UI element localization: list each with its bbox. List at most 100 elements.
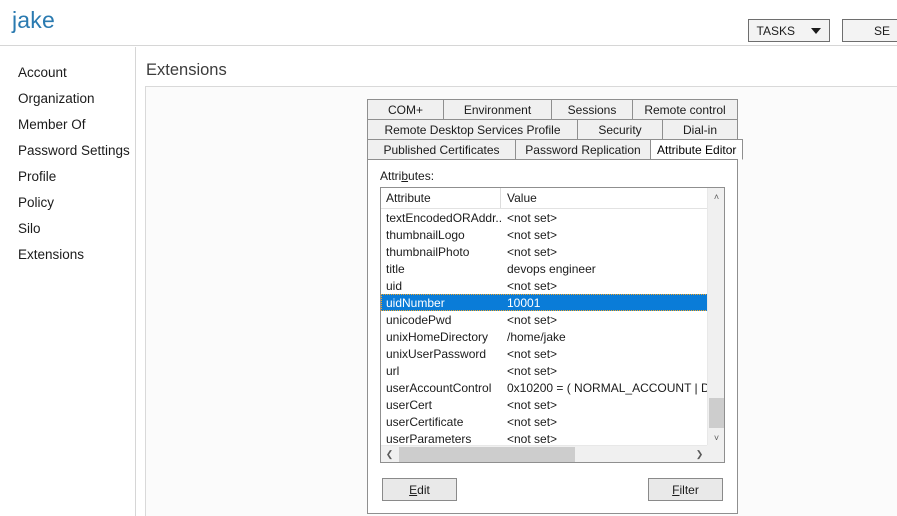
cell-attribute: userCertificate: [386, 414, 464, 429]
table-row[interactable]: userParameters <not set>: [381, 430, 708, 446]
cell-attribute: userCert: [386, 397, 433, 412]
attributes-label-pre: Attri: [380, 169, 402, 183]
page-object-title: jake: [12, 7, 55, 33]
column-header-value[interactable]: Value: [501, 188, 708, 208]
table-row[interactable]: textEncodedORAddr... <not set>: [381, 209, 708, 226]
table-row[interactable]: userCert <not set>: [381, 396, 708, 413]
top-header-bar: jake TASKS SE: [0, 0, 897, 46]
table-row[interactable]: userAccountControl 0x10200 = ( NORMAL_ACC…: [381, 379, 708, 396]
cell-value: devops engineer: [507, 261, 596, 276]
sidebar-item-member-of[interactable]: Member Of: [0, 111, 135, 137]
table-row[interactable]: unicodePwd <not set>: [381, 311, 708, 328]
property-sheet: COM+ Environment Sessions Remote control…: [367, 99, 744, 514]
cell-attribute: url: [386, 363, 400, 378]
sidebar-item-policy[interactable]: Policy: [0, 189, 135, 215]
tab-dial-in[interactable]: Dial-in: [662, 119, 738, 140]
edit-button-accel: E: [409, 482, 418, 497]
cell-value: <not set>: [507, 414, 558, 429]
cell-value: 0x10200 = ( NORMAL_ACCOUNT | DONT_E: [507, 380, 708, 395]
table-row[interactable]: url <not set>: [381, 362, 708, 379]
cell-attribute: userParameters: [386, 431, 472, 446]
filter-button-label: ilter: [679, 482, 699, 497]
tab-com-plus[interactable]: COM+: [367, 99, 443, 120]
cell-attribute: userAccountControl: [386, 380, 492, 395]
scroll-up-arrow-icon[interactable]: ˄: [708, 188, 724, 205]
tab-sessions[interactable]: Sessions: [551, 99, 632, 120]
cell-value: 10001: [507, 295, 541, 310]
tab-security[interactable]: Security: [577, 119, 662, 140]
cell-value: /home/jake: [507, 329, 566, 344]
sections-dropdown-button[interactable]: SE: [842, 19, 897, 42]
cell-value: <not set>: [507, 278, 558, 293]
tab-remote-desktop-services-profile[interactable]: Remote Desktop Services Profile: [367, 119, 577, 140]
scrollbar-corner: [707, 445, 724, 462]
tab-strip: COM+ Environment Sessions Remote control…: [367, 99, 744, 160]
listview-vertical-scrollbar[interactable]: ˄ ˅: [707, 188, 724, 446]
page-title: Extensions: [146, 61, 227, 79]
sidebar-item-silo[interactable]: Silo: [0, 215, 135, 241]
scroll-left-arrow-icon[interactable]: ❮: [381, 446, 398, 462]
sidebar-item-organization[interactable]: Organization: [0, 85, 135, 111]
attribute-editor-page: Attributes: Attribute Value textEncodedO…: [367, 159, 738, 514]
cell-attribute: unicodePwd: [386, 312, 452, 327]
cell-value: <not set>: [507, 244, 558, 259]
tab-remote-control[interactable]: Remote control: [632, 99, 738, 120]
cell-attribute: title: [386, 261, 405, 276]
tab-environment[interactable]: Environment: [443, 99, 551, 120]
header-actions: TASKS SE: [747, 19, 897, 42]
tab-attribute-editor[interactable]: Attribute Editor: [650, 139, 744, 160]
tab-row-1: COM+ Environment Sessions Remote control: [367, 99, 738, 120]
cell-value: <not set>: [507, 312, 558, 327]
column-header-attribute[interactable]: Attribute: [381, 188, 501, 208]
tasks-button-label: TASKS: [756, 23, 795, 38]
sidebar-item-extensions[interactable]: Extensions: [0, 241, 135, 267]
listview-header-row: Attribute Value: [381, 188, 708, 209]
sidebar-item-password-settings[interactable]: Password Settings: [0, 137, 135, 163]
tab-row-2: Remote Desktop Services Profile Security…: [367, 119, 738, 140]
table-row[interactable]: uidNumber 10001: [381, 294, 708, 311]
tab-row-3: Published Certificates Password Replicat…: [367, 139, 744, 160]
cell-value: <not set>: [507, 363, 558, 378]
attributes-label: Attributes:: [380, 169, 434, 183]
attributes-listview[interactable]: Attribute Value textEncodedORAddr... <not…: [380, 187, 725, 463]
tab-published-certificates[interactable]: Published Certificates: [367, 139, 515, 160]
chevron-down-icon: [811, 27, 821, 34]
cell-attribute: thumbnailPhoto: [386, 244, 470, 259]
sidebar-nav: Account Organization Member Of Password …: [0, 47, 136, 516]
cell-value: <not set>: [507, 227, 558, 242]
cell-attribute: unixUserPassword: [386, 346, 487, 361]
cell-value: <not set>: [507, 346, 558, 361]
listview-horizontal-scrollbar[interactable]: ❮ ❯: [381, 445, 708, 462]
table-row[interactable]: thumbnailLogo <not set>: [381, 226, 708, 243]
table-row[interactable]: thumbnailPhoto <not set>: [381, 243, 708, 260]
scroll-right-arrow-icon[interactable]: ❯: [691, 446, 708, 462]
cell-value: <not set>: [507, 431, 558, 446]
tab-password-replication[interactable]: Password Replication: [515, 139, 650, 160]
table-row[interactable]: uid <not set>: [381, 277, 708, 294]
cell-value: <not set>: [507, 210, 558, 225]
cell-attribute: uidNumber: [386, 295, 445, 310]
cell-value: <not set>: [507, 397, 558, 412]
table-row[interactable]: userCertificate <not set>: [381, 413, 708, 430]
cell-attribute: unixHomeDirectory: [386, 329, 489, 344]
edit-button-label: dit: [417, 482, 430, 497]
listview-rows: textEncodedORAddr... <not set> thumbnailLo…: [381, 209, 708, 446]
cell-attribute: uid: [386, 278, 403, 293]
attributes-label-post: utes:: [408, 169, 435, 183]
table-row[interactable]: unixUserPassword <not set>: [381, 345, 708, 362]
table-row[interactable]: title devops engineer: [381, 260, 708, 277]
filter-button[interactable]: Filter: [648, 478, 723, 501]
main-content: Extensions COM+ Environment Sessions Rem…: [137, 47, 897, 516]
scroll-down-arrow-icon[interactable]: ˅: [708, 429, 724, 446]
sidebar-item-account[interactable]: Account: [0, 59, 135, 85]
edit-button[interactable]: Edit: [382, 478, 457, 501]
filter-button-accel: F: [672, 482, 680, 497]
horizontal-scroll-thumb[interactable]: [399, 447, 575, 462]
attributes-listview-viewport: Attribute Value textEncodedORAddr... <not…: [381, 188, 708, 446]
tasks-dropdown-button[interactable]: TASKS: [747, 19, 830, 42]
vertical-scroll-thumb[interactable]: [709, 398, 724, 428]
table-row[interactable]: unixHomeDirectory/home/jake: [381, 328, 708, 345]
cell-attribute: textEncodedORAddr...: [386, 210, 501, 225]
cell-attribute: thumbnailLogo: [386, 227, 465, 242]
sidebar-item-profile[interactable]: Profile: [0, 163, 135, 189]
